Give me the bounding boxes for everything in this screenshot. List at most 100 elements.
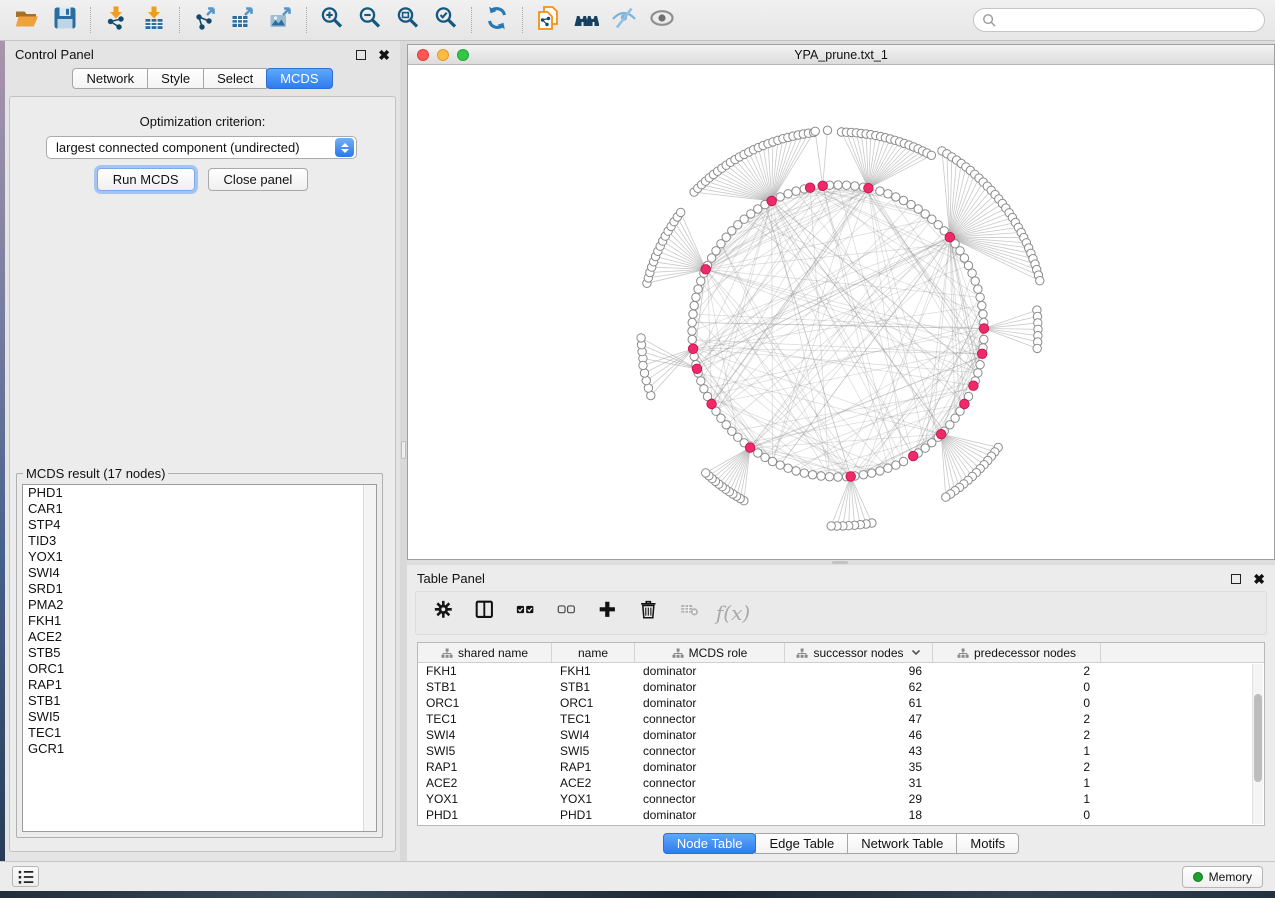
table-cell[interactable]: FKH1 xyxy=(418,664,552,678)
show-columns-button[interactable] xyxy=(469,596,503,630)
column-header-predecessor-nodes[interactable]: predecessor nodes xyxy=(933,643,1101,662)
table-cell[interactable]: 47 xyxy=(785,712,933,726)
table-row[interactable]: SWI5SWI5connector431 xyxy=(418,743,1264,759)
mcds-result-item[interactable]: ORC1 xyxy=(23,661,376,677)
table-tab-motifs[interactable]: Motifs xyxy=(956,833,1019,854)
network-window-titlebar[interactable]: YPA_prune.txt_1 xyxy=(408,45,1274,65)
mcds-result-item[interactable]: PMA2 xyxy=(23,597,376,613)
table-cell[interactable]: dominator xyxy=(635,728,785,742)
table-tab-network-table[interactable]: Network Table xyxy=(847,833,957,854)
table-row[interactable]: FKH1FKH1dominator962 xyxy=(418,663,1264,679)
mcds-result-item[interactable]: STP4 xyxy=(23,517,376,533)
window-close-icon[interactable] xyxy=(417,49,429,61)
import-table-button[interactable] xyxy=(135,4,173,36)
mcds-result-item[interactable]: STB5 xyxy=(23,645,376,661)
close-table-panel-icon[interactable]: ✖ xyxy=(1253,574,1265,584)
column-header-shared-name[interactable]: shared name xyxy=(418,643,552,662)
mcds-result-item[interactable]: FKH1 xyxy=(23,613,376,629)
zoom-out-button[interactable] xyxy=(351,4,389,36)
export-table-button[interactable] xyxy=(224,4,262,36)
mcds-result-item[interactable]: YOX1 xyxy=(23,549,376,565)
close-panel-icon[interactable]: ✖ xyxy=(378,50,390,60)
export-network-button[interactable] xyxy=(186,4,224,36)
mcds-result-item[interactable]: TEC1 xyxy=(23,725,376,741)
vertical-splitter[interactable] xyxy=(400,41,407,861)
table-cell[interactable]: PHD1 xyxy=(418,808,552,822)
table-cell[interactable]: 0 xyxy=(933,696,1101,710)
close-panel-button[interactable]: Close panel xyxy=(208,168,309,191)
tab-mcds[interactable]: MCDS xyxy=(266,68,332,89)
mcds-result-item[interactable]: PHD1 xyxy=(23,485,376,501)
table-row[interactable]: PHD1PHD1dominator180 xyxy=(418,807,1264,823)
float-panel-icon[interactable] xyxy=(356,50,366,60)
table-cell[interactable]: SWI4 xyxy=(418,728,552,742)
table-cell[interactable]: 1 xyxy=(933,792,1101,806)
zoom-selected-button[interactable] xyxy=(427,4,465,36)
table-cell[interactable]: dominator xyxy=(635,760,785,774)
table-cell[interactable]: ORC1 xyxy=(552,696,635,710)
table-cell[interactable]: YOX1 xyxy=(552,792,635,806)
table-tab-node-table[interactable]: Node Table xyxy=(663,833,757,854)
add-button[interactable] xyxy=(592,596,626,630)
table-row[interactable]: ORC1ORC1dominator610 xyxy=(418,695,1264,711)
table-cell[interactable]: connector xyxy=(635,744,785,758)
table-cell[interactable]: STB1 xyxy=(418,680,552,694)
table-cell[interactable]: dominator xyxy=(635,808,785,822)
search-input[interactable] xyxy=(997,13,1256,27)
mcds-result-item[interactable]: SWI5 xyxy=(23,709,376,725)
table-cell[interactable]: 29 xyxy=(785,792,933,806)
table-row[interactable]: ACE2ACE2connector311 xyxy=(418,775,1264,791)
table-cell[interactable]: SWI5 xyxy=(418,744,552,758)
import-network-button[interactable] xyxy=(97,4,135,36)
table-cell[interactable]: STB1 xyxy=(552,680,635,694)
table-cell[interactable]: ACE2 xyxy=(418,776,552,790)
node-table-scroll-thumb[interactable] xyxy=(1254,694,1262,782)
table-row[interactable]: RAP1RAP1dominator352 xyxy=(418,759,1264,775)
refresh-button[interactable] xyxy=(478,4,516,36)
table-cell[interactable]: SWI4 xyxy=(552,728,635,742)
table-cell[interactable]: connector xyxy=(635,712,785,726)
table-cell[interactable]: ORC1 xyxy=(418,696,552,710)
table-cell[interactable]: RAP1 xyxy=(418,760,552,774)
table-cell[interactable]: dominator xyxy=(635,696,785,710)
table-cell[interactable]: FKH1 xyxy=(552,664,635,678)
table-cell[interactable]: 61 xyxy=(785,696,933,710)
run-mcds-button[interactable]: Run MCDS xyxy=(97,168,195,191)
save-button[interactable] xyxy=(46,4,84,36)
binoculars-button[interactable] xyxy=(567,4,605,36)
table-cell[interactable]: 1 xyxy=(933,744,1101,758)
select-all-button[interactable] xyxy=(510,596,544,630)
delete-button[interactable] xyxy=(633,596,667,630)
mcds-result-item[interactable]: RAP1 xyxy=(23,677,376,693)
tab-select[interactable]: Select xyxy=(203,68,267,89)
table-cell[interactable]: PHD1 xyxy=(552,808,635,822)
table-cell[interactable]: 1 xyxy=(933,776,1101,790)
mcds-result-item[interactable]: STB1 xyxy=(23,693,376,709)
search-field[interactable] xyxy=(973,8,1265,32)
table-row[interactable]: STB1STB1dominator620 xyxy=(418,679,1264,695)
mcds-result-item[interactable]: GCR1 xyxy=(23,741,376,757)
window-maximize-icon[interactable] xyxy=(457,49,469,61)
table-cell[interactable]: 43 xyxy=(785,744,933,758)
mcds-result-item[interactable]: ACE2 xyxy=(23,629,376,645)
zoom-fit-button[interactable] xyxy=(389,4,427,36)
table-cell[interactable]: connector xyxy=(635,792,785,806)
column-header-successor-nodes[interactable]: successor nodes xyxy=(785,643,933,662)
horizontal-splitter-handle[interactable] xyxy=(832,561,848,564)
column-header-MCDS-role[interactable]: MCDS role xyxy=(635,643,785,662)
table-cell[interactable]: 46 xyxy=(785,728,933,742)
table-cell[interactable]: ACE2 xyxy=(552,776,635,790)
table-cell[interactable]: 2 xyxy=(933,728,1101,742)
table-cell[interactable]: 35 xyxy=(785,760,933,774)
deselect-all-button[interactable] xyxy=(551,596,585,630)
mcds-result-item[interactable]: SRD1 xyxy=(23,581,376,597)
network-canvas[interactable] xyxy=(408,65,1274,559)
table-cell[interactable]: TEC1 xyxy=(418,712,552,726)
table-cell[interactable]: 62 xyxy=(785,680,933,694)
hide-selected-button[interactable] xyxy=(605,4,643,36)
column-header-name[interactable]: name xyxy=(552,643,635,662)
export-image-button[interactable] xyxy=(262,4,300,36)
float-table-panel-icon[interactable] xyxy=(1231,574,1241,584)
table-cell[interactable]: YOX1 xyxy=(418,792,552,806)
table-cell[interactable]: connector xyxy=(635,776,785,790)
